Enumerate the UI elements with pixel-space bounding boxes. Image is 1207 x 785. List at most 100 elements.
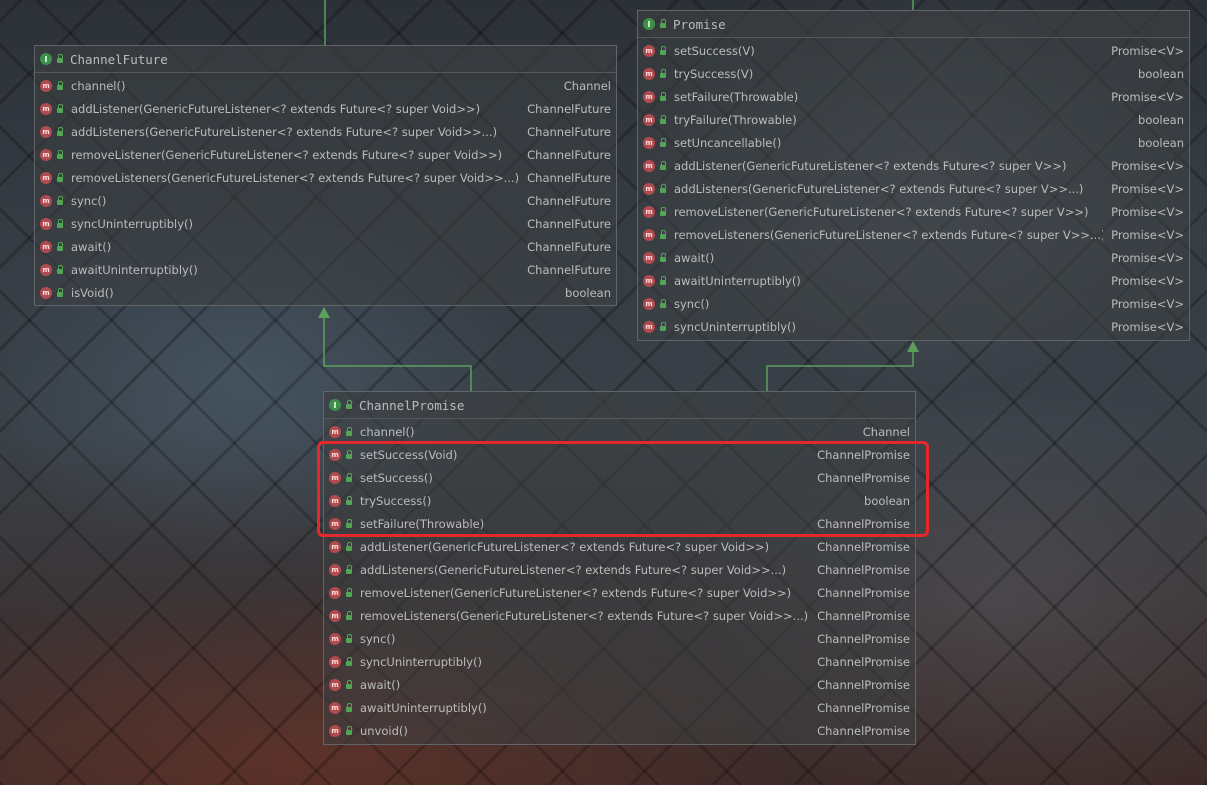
method-icon: m [643,113,655,126]
method-return-type: Promise<V> [1111,319,1184,334]
public-lock-icon [56,80,64,90]
method-return-type: ChannelFuture [527,101,611,116]
method-row[interactable]: m syncUninterruptibly() Promise<V> [638,315,1189,338]
method-row[interactable]: m removeListener(GenericFutureListener<? … [638,200,1189,223]
method-return-type: Promise<V> [1111,296,1184,311]
method-signature: setSuccess(V) [674,43,755,58]
method-row[interactable]: m await() Promise<V> [638,246,1189,269]
method-row[interactable]: m sync() Promise<V> [638,292,1189,315]
method-icon: m [329,724,341,737]
method-row[interactable]: m sync() ChannelPromise [324,627,915,650]
method-row[interactable]: m trySuccess(V) boolean [638,62,1189,85]
method-row[interactable]: m trySuccess() boolean [324,489,915,512]
method-row[interactable]: m removeListeners(GenericFutureListener<?… [324,604,915,627]
method-row[interactable]: m awaitUninterruptibly() ChannelFuture [35,258,616,281]
method-row[interactable]: m addListener(GenericFutureListener<? ext… [35,97,616,120]
method-return-type: ChannelPromise [817,677,910,692]
method-icon: m [329,471,341,484]
method-return-type: Promise<V> [1111,273,1184,288]
method-signature: setSuccess() [360,470,433,485]
method-signature: setSuccess(Void) [360,447,458,462]
method-row[interactable]: m await() ChannelPromise [324,673,915,696]
method-signature: channel() [71,78,126,93]
method-row[interactable]: m unvoid() ChannelPromise [324,719,915,742]
method-row[interactable]: m setSuccess() ChannelPromise [324,466,915,489]
node-header[interactable]: I ChannelPromise [324,392,915,419]
method-row[interactable]: m syncUninterruptibly() ChannelFuture [35,212,616,235]
class-node-channelpromise[interactable]: I ChannelPromise m channel() Channel m setSucc… [323,391,916,745]
method-row[interactable]: m isVoid() boolean [35,281,616,304]
method-row[interactable]: m removeListener(GenericFutureListener<? … [324,581,915,604]
method-row[interactable]: m tryFailure(Throwable) boolean [638,108,1189,131]
node-header[interactable]: I Promise [638,11,1189,38]
method-row[interactable]: m setFailure(Throwable) ChannelPromise [324,512,915,535]
method-row[interactable]: m setSuccess(V) Promise<V> [638,39,1189,62]
public-lock-icon [345,610,353,620]
method-row[interactable]: m addListener(GenericFutureListener<? ext… [324,535,915,558]
method-return-type: ChannelFuture [527,216,611,231]
method-signature: trySuccess() [360,493,432,508]
method-row[interactable]: m removeListeners(GenericFutureListener<?… [35,166,616,189]
method-row[interactable]: m addListener(GenericFutureListener<? ext… [638,154,1189,177]
method-icon: m [329,609,341,622]
method-return-type: Promise<V> [1111,204,1184,219]
method-row[interactable]: m setSuccess(Void) ChannelPromise [324,443,915,466]
method-icon: m [40,171,52,184]
interface-icon: I [40,53,52,65]
method-return-type: ChannelPromise [817,539,910,554]
method-row[interactable]: m awaitUninterruptibly() ChannelPromise [324,696,915,719]
method-row[interactable]: m addListeners(GenericFutureListener<? ex… [324,558,915,581]
public-lock-icon [659,68,667,78]
method-row[interactable]: m channel() Channel [35,74,616,97]
method-return-type: Promise<V> [1111,250,1184,265]
method-row[interactable]: m setFailure(Throwable) Promise<V> [638,85,1189,108]
method-list: m channel() Channel m setSuccess(Void) Channe… [324,419,915,742]
method-row[interactable]: m addListeners(GenericFutureListener<? ex… [638,177,1189,200]
method-row[interactable]: m sync() ChannelFuture [35,189,616,212]
method-return-type: ChannelFuture [527,262,611,277]
public-lock-icon [659,229,667,239]
method-return-type: ChannelPromise [817,654,910,669]
edge-channelpromise-to-promise [766,350,914,391]
method-row[interactable]: m awaitUninterruptibly() Promise<V> [638,269,1189,292]
method-return-type: ChannelFuture [527,239,611,254]
method-row[interactable]: m await() ChannelFuture [35,235,616,258]
method-return-type: ChannelPromise [817,700,910,715]
method-list: m channel() Channel m addListener(GenericFut… [35,73,616,304]
method-icon: m [40,263,52,276]
public-lock-icon [56,126,64,136]
public-lock-icon [345,702,353,712]
method-row[interactable]: m syncUninterruptibly() ChannelPromise [324,650,915,673]
method-signature: awaitUninterruptibly() [360,700,487,715]
node-header[interactable]: I ChannelFuture [35,46,616,73]
method-signature: syncUninterruptibly() [674,319,797,334]
method-row[interactable]: m channel() Channel [324,420,915,443]
method-icon: m [329,632,341,645]
method-icon: m [643,44,655,57]
method-signature: channel() [360,424,415,439]
class-node-channelfuture[interactable]: I ChannelFuture m channel() Channel m addListe… [34,45,617,306]
method-row[interactable]: m removeListener(GenericFutureListener<? … [35,143,616,166]
method-icon: m [40,148,52,161]
method-signature: removeListener(GenericFutureListener<? e… [674,204,1089,219]
class-node-promise[interactable]: I Promise m setSuccess(V) Promise<V> m trySucc… [637,10,1190,341]
method-row[interactable]: m setUncancellable() boolean [638,131,1189,154]
method-signature: await() [674,250,715,265]
method-row[interactable]: m removeListeners(GenericFutureListener<?… [638,223,1189,246]
method-icon: m [643,136,655,149]
method-icon: m [40,217,52,230]
method-return-type: boolean [1138,135,1184,150]
public-lock-icon [659,19,667,28]
public-lock-icon [659,206,667,216]
method-return-type: Channel [862,424,910,439]
method-signature: addListeners(GenericFutureListener<? ext… [674,181,1084,196]
method-icon: m [40,79,52,92]
public-lock-icon [345,472,353,482]
method-row[interactable]: m addListeners(GenericFutureListener<? ex… [35,120,616,143]
method-return-type: Promise<V> [1111,227,1184,242]
public-lock-icon [345,449,353,459]
method-icon: m [643,251,655,264]
interface-icon: I [643,18,655,30]
method-icon: m [329,494,341,507]
method-icon: m [643,228,655,241]
